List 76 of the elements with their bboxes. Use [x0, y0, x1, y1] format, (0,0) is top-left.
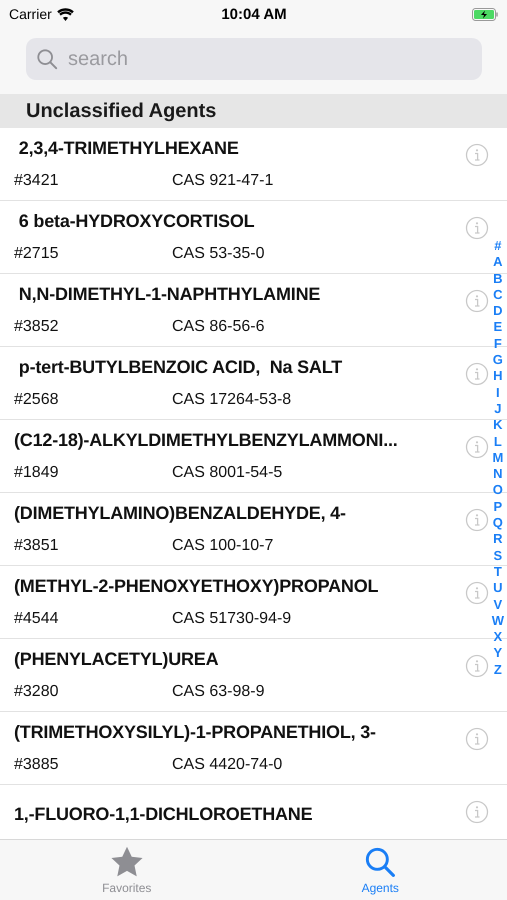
cas-number: CAS 4420-74-0 — [172, 756, 282, 774]
agent-name: 2,3,4-TRIMETHYLHEXANE — [18, 138, 240, 159]
agent-name: 6 beta-HYDROXYCORTISOL — [18, 211, 256, 232]
index-letter[interactable]: H — [493, 368, 503, 385]
index-letter[interactable]: G — [492, 352, 503, 368]
index-letter[interactable]: B — [493, 270, 503, 287]
info-icon[interactable] — [465, 654, 489, 678]
agent-number: #2715 — [14, 245, 60, 263]
agent-number: #3851 — [14, 537, 60, 555]
tab-bar-item[interactable]: Favorites — [0, 840, 254, 900]
index-letter[interactable]: # — [494, 238, 502, 254]
agent-number: #3852 — [14, 318, 60, 336]
cas-number: CAS 921-47-1 — [172, 172, 274, 190]
search-field[interactable]: search — [26, 38, 482, 80]
info-icon[interactable] — [465, 289, 489, 313]
agent-number: #4544 — [14, 610, 60, 628]
agent-name: (C12-18)-ALKYLDIMETHYLBENZYLAMMONI... — [14, 430, 399, 451]
agent-name: p-tert-BUTYLBENZOIC ACID, Na SALT — [18, 357, 343, 378]
info-icon[interactable] — [465, 216, 489, 240]
status-time: 10:04 AM — [221, 6, 287, 22]
info-icon[interactable] — [465, 143, 489, 167]
index-letter[interactable]: W — [492, 612, 504, 630]
agent-name: (METHYL-2-PHENOXYETHOXY)PROPANOL — [14, 576, 380, 597]
carrier-label: Carrier — [9, 6, 52, 22]
cas-number: CAS 8001-54-5 — [172, 464, 282, 482]
index-letter[interactable]: U — [493, 580, 503, 597]
agent-number: #2568 — [14, 391, 60, 409]
index-letter[interactable]: P — [494, 498, 502, 516]
index-letter[interactable]: I — [496, 384, 500, 401]
index-letter[interactable]: Y — [494, 645, 502, 662]
index-letter[interactable]: K — [493, 417, 503, 434]
index-letter[interactable]: Q — [492, 515, 503, 532]
index-letter[interactable]: X — [494, 629, 502, 646]
index-letter[interactable]: A — [493, 254, 503, 271]
info-icon[interactable] — [465, 581, 489, 605]
agent-name: 1,-FLUORO-1,1-DICHLOROETHANE — [14, 804, 314, 825]
info-icon[interactable] — [465, 435, 489, 459]
cas-number: CAS 53-35-0 — [172, 245, 264, 263]
battery-icon — [472, 8, 499, 20]
index-letter[interactable]: M — [492, 450, 504, 466]
wifi-icon — [56, 8, 74, 20]
info-icon[interactable] — [465, 727, 489, 751]
cas-number: CAS 86-56-6 — [172, 318, 264, 336]
index-letter[interactable]: V — [494, 596, 502, 613]
index-letter[interactable]: R — [493, 531, 503, 548]
agent-name: (DIMETHYLAMINO)BENZALDEHYDE, 4- — [14, 503, 347, 524]
agent-name: (PHENYLACETYL)UREA — [14, 649, 220, 670]
info-icon[interactable] — [465, 800, 489, 824]
search-icon — [364, 846, 396, 878]
index-letter[interactable]: F — [494, 336, 502, 352]
index-letter[interactable]: D — [493, 303, 503, 320]
index-letter[interactable]: O — [492, 482, 503, 499]
index-letter[interactable]: J — [494, 400, 502, 418]
star-icon — [110, 846, 144, 878]
info-icon[interactable] — [465, 362, 489, 386]
agent-name: N,N-DIMETHYL-1-NAPHTHYLAMINE — [18, 284, 322, 305]
index-letter[interactable]: N — [493, 466, 503, 482]
agent-number: #3885 — [14, 756, 60, 774]
index-letter[interactable]: C — [493, 286, 503, 304]
cas-number: CAS 17264-53-8 — [172, 391, 292, 409]
cas-number: CAS 51730-94-9 — [172, 610, 292, 628]
agent-number: #3421 — [14, 172, 60, 190]
info-icon[interactable] — [465, 508, 489, 532]
agent-number: #3280 — [14, 683, 60, 701]
tab-bar-item[interactable]: Agents — [254, 840, 507, 900]
index-letter[interactable]: S — [494, 548, 502, 564]
agent-name: (TRIMETHOXYSILYL)-1-PROPANETHIOL, 3- — [14, 722, 377, 743]
cas-number: CAS 63-98-9 — [172, 683, 264, 701]
search-icon — [36, 48, 58, 70]
index-letter[interactable]: L — [494, 434, 502, 450]
index-letter[interactable]: T — [494, 564, 502, 580]
agent-number: #1849 — [14, 464, 60, 482]
index-letter[interactable]: Z — [494, 662, 502, 678]
cas-number: CAS 100-10-7 — [172, 537, 274, 555]
section-header: Unclassified Agents — [0, 94, 507, 128]
index-letter[interactable]: E — [494, 319, 502, 336]
